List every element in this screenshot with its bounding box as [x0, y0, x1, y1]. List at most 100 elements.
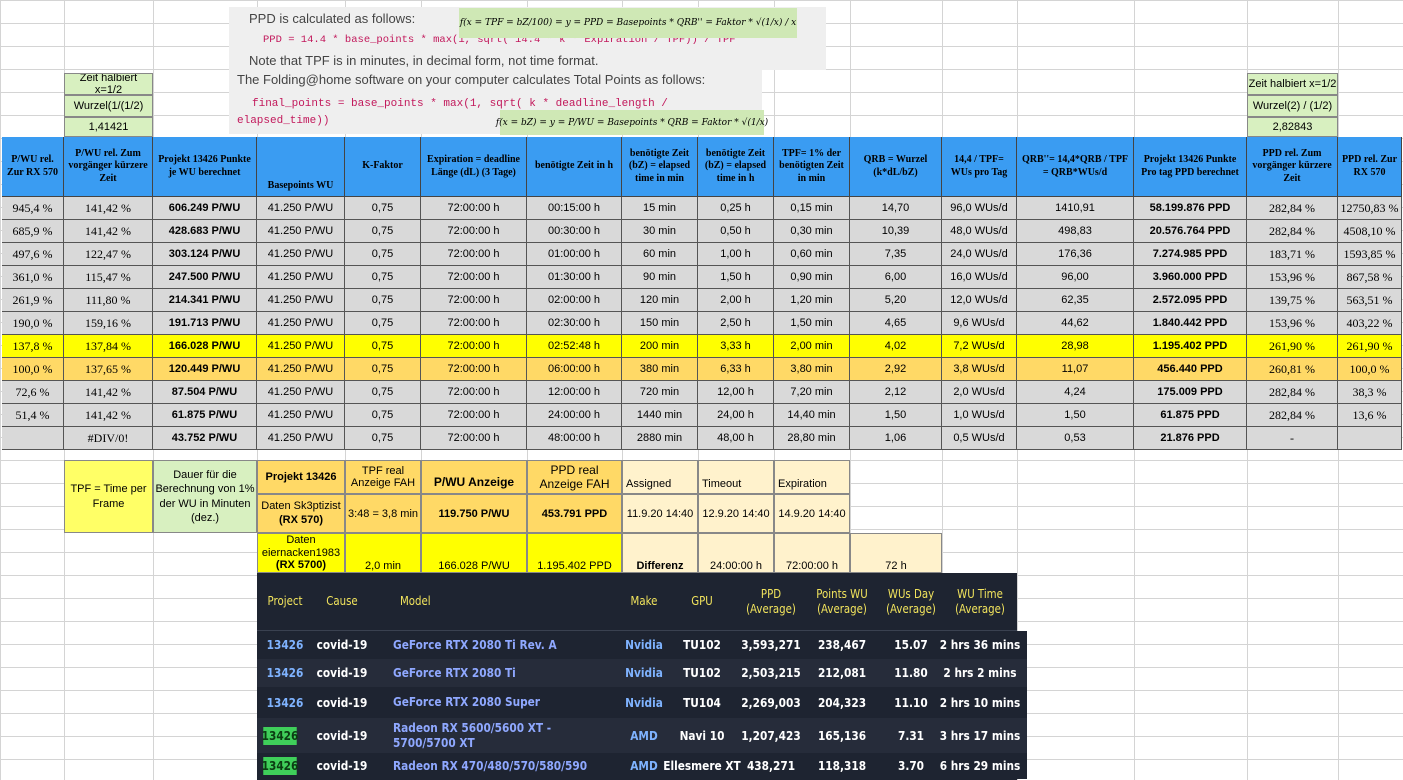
- r1-expiration-cell[interactable]: 14.9.20 14:40: [774, 494, 850, 533]
- table-cell[interactable]: [1338, 427, 1402, 450]
- table-cell[interactable]: 12750,83 %: [1338, 197, 1402, 220]
- table-cell[interactable]: 100,0 %: [1338, 358, 1402, 381]
- table-cell[interactable]: 48:00:00 h: [527, 427, 622, 450]
- header-cell[interactable]: benötigte Zeit (bZ) = elapsed time in h: [698, 137, 774, 197]
- table-cell[interactable]: 14,70: [850, 197, 942, 220]
- table-cell[interactable]: 720 min: [622, 381, 698, 404]
- table-cell[interactable]: 141,42 %: [64, 220, 153, 243]
- table-cell[interactable]: 41.250 P/WU: [257, 312, 345, 335]
- header-cell[interactable]: 14,4 / TPF= WUs pro Tag: [942, 137, 1017, 197]
- r2-tpf-cell[interactable]: 2,0 min: [345, 533, 421, 573]
- table-cell[interactable]: 20.576.764 PPD: [1134, 220, 1247, 243]
- table-cell[interactable]: 153,96 %: [1247, 312, 1338, 335]
- table-cell[interactable]: 41.250 P/WU: [257, 289, 345, 312]
- table-cell[interactable]: 3,8 WUs/d: [942, 358, 1017, 381]
- table-cell[interactable]: 24,00 h: [698, 404, 774, 427]
- table-cell[interactable]: [2, 427, 64, 450]
- table-cell[interactable]: 122,47 %: [64, 243, 153, 266]
- table-cell[interactable]: 7,20 min: [774, 381, 850, 404]
- table-cell[interactable]: 44,62: [1017, 312, 1134, 335]
- table-cell[interactable]: 0,30 min: [774, 220, 850, 243]
- table-cell[interactable]: 0,25 h: [698, 197, 774, 220]
- table-cell[interactable]: 0,75: [345, 266, 421, 289]
- table-cell[interactable]: 685,9 %: [2, 220, 64, 243]
- gpu-header-cell[interactable]: Project: [261, 573, 309, 630]
- table-cell[interactable]: 21.876 PPD: [1134, 427, 1247, 450]
- table-cell[interactable]: 175.009 PPD: [1134, 381, 1247, 404]
- table-cell[interactable]: 3,33 h: [698, 335, 774, 358]
- table-cell[interactable]: 303.124 P/WU: [153, 243, 257, 266]
- table-cell[interactable]: 02:52:48 h: [527, 335, 622, 358]
- table-cell[interactable]: 1.840.442 PPD: [1134, 312, 1247, 335]
- table-cell[interactable]: 4,65: [850, 312, 942, 335]
- table-cell[interactable]: 120 min: [622, 289, 698, 312]
- table-cell[interactable]: 96,0 WUs/d: [942, 197, 1017, 220]
- table-cell[interactable]: 153,96 %: [1247, 266, 1338, 289]
- table-cell[interactable]: 111,80 %: [64, 289, 153, 312]
- table-cell[interactable]: 498,83: [1017, 220, 1134, 243]
- table-cell[interactable]: 403,22 %: [1338, 312, 1402, 335]
- header-cell[interactable]: benötigte Zeit in h: [527, 137, 622, 197]
- table-cell[interactable]: 72:00:00 h: [421, 243, 527, 266]
- table-cell[interactable]: 6,00: [850, 266, 942, 289]
- table-cell[interactable]: 176,36: [1017, 243, 1134, 266]
- table-cell[interactable]: 24:00:00 h: [527, 404, 622, 427]
- table-cell[interactable]: 2,12: [850, 381, 942, 404]
- r2-extra-cell[interactable]: 72 h: [850, 533, 942, 573]
- header-cell[interactable]: PPD rel. Zur RX 570: [1338, 137, 1402, 197]
- left-note-3[interactable]: 1,41421: [64, 117, 153, 137]
- header-cell[interactable]: P/WU rel. Zum vorgänger kürzere Zeit: [64, 137, 153, 197]
- r1-tpf-cell[interactable]: 3:48 = 3,8 min: [345, 494, 421, 533]
- table-cell[interactable]: 2,50 h: [698, 312, 774, 335]
- projekt-header-cell[interactable]: Projekt 13426: [257, 460, 345, 494]
- table-cell[interactable]: 72:00:00 h: [421, 197, 527, 220]
- table-cell[interactable]: 282,84 %: [1247, 381, 1338, 404]
- table-cell[interactable]: 7,2 WUs/d: [942, 335, 1017, 358]
- table-cell[interactable]: 41.250 P/WU: [257, 220, 345, 243]
- gpu-table-row[interactable]: 13426 covid-19 Radeon RX 5600/5600 XT - 57…: [257, 718, 1027, 753]
- table-cell[interactable]: 51,4 %: [2, 404, 64, 427]
- table-cell[interactable]: 0,75: [345, 312, 421, 335]
- table-cell[interactable]: 0,75: [345, 335, 421, 358]
- table-cell[interactable]: 261,90 %: [1338, 335, 1402, 358]
- ppd-real-header-cell[interactable]: PPD real Anzeige FAH: [527, 460, 622, 494]
- table-cell[interactable]: 100,0 %: [2, 358, 64, 381]
- table-cell[interactable]: 150 min: [622, 312, 698, 335]
- table-cell[interactable]: 38,3 %: [1338, 381, 1402, 404]
- table-cell[interactable]: 183,71 %: [1247, 243, 1338, 266]
- table-cell[interactable]: 0,50 h: [698, 220, 774, 243]
- assigned-header-cell[interactable]: Assigned: [622, 460, 698, 494]
- table-cell[interactable]: 9,6 WUs/d: [942, 312, 1017, 335]
- table-cell[interactable]: 120.449 P/WU: [153, 358, 257, 381]
- table-cell[interactable]: 72:00:00 h: [421, 289, 527, 312]
- table-cell[interactable]: 58.199.876 PPD: [1134, 197, 1247, 220]
- table-cell[interactable]: 00:30:00 h: [527, 220, 622, 243]
- table-cell[interactable]: 02:00:00 h: [527, 289, 622, 312]
- r2-diff-cell[interactable]: Differenz: [622, 533, 698, 573]
- table-cell[interactable]: 606.249 P/WU: [153, 197, 257, 220]
- table-cell[interactable]: 16,0 WUs/d: [942, 266, 1017, 289]
- table-cell[interactable]: 2,0 WUs/d: [942, 381, 1017, 404]
- gpu-table-row[interactable]: 13426 covid-19 GeForce RTX 2080 Super Nvidi…: [257, 687, 1027, 718]
- table-cell[interactable]: 28,80 min: [774, 427, 850, 450]
- table-cell[interactable]: 41.250 P/WU: [257, 197, 345, 220]
- table-cell[interactable]: 137,65 %: [64, 358, 153, 381]
- gpu-header-cell[interactable]: GPU: [672, 573, 732, 630]
- table-cell[interactable]: 41.250 P/WU: [257, 427, 345, 450]
- table-cell[interactable]: 141,42 %: [64, 381, 153, 404]
- left-note-2[interactable]: Wurzel(1/(1/2): [64, 95, 153, 117]
- left-note-1[interactable]: Zeit halbiert x=1/2: [64, 73, 153, 95]
- table-cell[interactable]: 0,53: [1017, 427, 1134, 450]
- table-cell[interactable]: 166.028 P/WU: [153, 335, 257, 358]
- gpu-table-row[interactable]: 13426 covid-19 GeForce RTX 2080 Ti Nvidia TU…: [257, 659, 1027, 687]
- header-cell[interactable]: Expiration = deadline Länge (dL) (3 Tage…: [421, 137, 527, 197]
- header-cell[interactable]: Projekt 13426 Punkte je WU berechnet: [153, 137, 257, 197]
- table-cell[interactable]: 4508,10 %: [1338, 220, 1402, 243]
- table-cell[interactable]: 282,84 %: [1247, 404, 1338, 427]
- table-cell[interactable]: 00:15:00 h: [527, 197, 622, 220]
- table-cell[interactable]: 41.250 P/WU: [257, 358, 345, 381]
- table-cell[interactable]: 10,39: [850, 220, 942, 243]
- table-cell[interactable]: 159,16 %: [64, 312, 153, 335]
- r2-name-cell[interactable]: Daten eiernacken1983 (RX 5700): [257, 533, 345, 573]
- r1-assigned-cell[interactable]: 11.9.20 14:40: [622, 494, 698, 533]
